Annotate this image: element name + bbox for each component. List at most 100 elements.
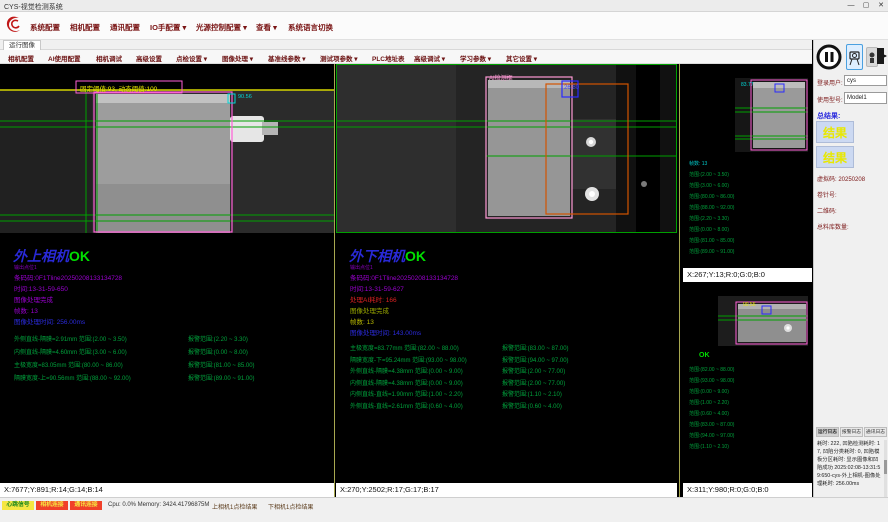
scrollbar-thumb[interactable] xyxy=(884,460,887,474)
tool-spotcheck-set[interactable]: 点检设置 ▾ xyxy=(176,53,207,63)
menu-camera-config[interactable]: 相机配置 xyxy=(70,22,100,33)
result-box-1: 结果 xyxy=(816,121,854,143)
thumb-line: 范围:(1.00 ~ 2.20) xyxy=(689,399,729,406)
thumb-line: 范围:(80.00 ~ 86.00) xyxy=(689,193,734,200)
thumb-line: 范围:(2.00 ~ 3.50) xyxy=(689,171,729,178)
left-camera-image[interactable] xyxy=(0,64,334,233)
tool-other-settings[interactable]: 其它设置 ▾ xyxy=(506,53,537,63)
result-box-2: 结果 xyxy=(816,146,854,168)
tool-baseline-params[interactable]: 基准线参数 ▾ xyxy=(268,53,306,63)
tool-test-params[interactable]: 测试项参数 ▾ xyxy=(320,53,358,63)
thumb-line: 范围:(0.60 ~ 4.00) xyxy=(689,410,729,417)
left-camera-title: 外上相机OK xyxy=(13,246,90,266)
panel-separator xyxy=(679,64,680,497)
log-scrollbar[interactable] xyxy=(884,440,887,498)
left-threshold-overlay: 固定阈值:93, 动态阈值:100 xyxy=(80,83,157,93)
thumb-line: 范围:(89.00 ~ 91.00) xyxy=(689,248,734,255)
thumb-line: 范围:(1.10 ~ 2.10) xyxy=(689,443,729,450)
toolbar: 相机配置 AI使用配置 相机调试 高级设置 点检设置 ▾ 图像处理 ▾ 基准线参… xyxy=(0,50,812,64)
model-field[interactable]: Model1 xyxy=(844,92,887,104)
camera-check-button[interactable] xyxy=(846,44,863,70)
measurement-alarm: 报警范围:(2.00 ~ 77.00) xyxy=(502,378,565,387)
left-proc-time: 图像处理时间: 256.00ms xyxy=(14,316,85,326)
tab-run-image[interactable]: 运行图像 xyxy=(3,40,41,50)
menu-system-config[interactable]: 系统配置 xyxy=(30,22,60,33)
tool-camera-config[interactable]: 相机配置 xyxy=(8,53,34,63)
log-tab-comm[interactable]: 通讯日志 xyxy=(864,427,887,437)
tab-strip: 运行图像 xyxy=(0,40,812,50)
menu-language-switch[interactable]: 系统语言切换 xyxy=(288,22,333,33)
thumb-top-image xyxy=(735,78,808,152)
virtual-code-label: 虚拟码: 20250208 xyxy=(817,174,865,183)
measurement-alarm: 报警范围:(0.60 ~ 4.00) xyxy=(502,401,562,410)
tool-advanced-debug[interactable]: 高级调试 ▾ xyxy=(414,53,445,63)
tool-image-process[interactable]: 图像处理 ▾ xyxy=(222,53,253,63)
minimize-button[interactable]: — xyxy=(844,1,858,11)
tool-plc-table[interactable]: PLC地址表 xyxy=(372,53,405,63)
measurement-name: 内侧直线-直线=1.90mm 范围:(1.00 ~ 2.20) xyxy=(350,389,463,398)
exit-button[interactable] xyxy=(876,44,888,70)
menu-bar: 系统配置 相机配置 通讯配置 IO手配置 ▾ 光源控制配置 ▾ 查看 ▾ 系统语… xyxy=(0,12,888,40)
window-title: CYS-视觉检测系统 xyxy=(4,2,63,12)
measurement-alarm: 报警范围:(83.00 ~ 87.00) xyxy=(502,343,569,352)
thumb-line: 范围:(82.00 ~ 88.00) xyxy=(689,366,734,373)
measurement-name: 外侧直线-直线=2.61mm 范围:(0.60 ~ 4.00) xyxy=(350,401,463,410)
tool-learn-params[interactable]: 学习参数 ▾ xyxy=(460,53,491,63)
measurement-alarm: 报警范围:(94.00 ~ 97.00) xyxy=(502,355,569,364)
thumb-bottom-value: 90.56 xyxy=(743,302,756,308)
qrcode-label: 二维码: xyxy=(817,206,837,215)
camera-link-badge: 相机连接 xyxy=(36,501,68,510)
thumb-line: 范围:(93.00 ~ 98.00) xyxy=(689,377,734,384)
thumb-line: 范围:(3.00 ~ 6.00) xyxy=(689,182,729,189)
tool-ai-config[interactable]: AI使用配置 xyxy=(48,53,81,63)
middle-status: 图像处理完成 xyxy=(350,305,389,315)
middle-camera-image[interactable] xyxy=(336,64,677,233)
cpu-memory-status: Cpu: 0.0% Memory: 3424.41796875M xyxy=(108,502,209,508)
heartbeat-badge: 心跳信号 xyxy=(2,501,34,510)
log-tab-alarm[interactable]: 报警日志 xyxy=(840,427,863,437)
comm-link-badge: 通讯连接 xyxy=(70,501,102,510)
upper-camera-check-link[interactable]: 上相机1点检结果 xyxy=(212,502,257,511)
thumb-line: 范围:(88.00 ~ 92.00) xyxy=(689,204,734,211)
menu-view[interactable]: 查看 ▾ xyxy=(256,22,277,33)
left-time: 时间:13-31-59-650 xyxy=(14,283,68,293)
camera-icon xyxy=(847,45,862,69)
log-tab-run[interactable]: 运行日志 xyxy=(816,427,839,437)
thumb-bottom-coords: X:311;Y:980;R:0;G:0;B:0 xyxy=(683,483,812,497)
left-pixel-coords: X:7677;Y:891;R:14;G:14;B:14 xyxy=(0,483,334,497)
status-bar: 心跳信号 相机连接 通讯连接 Cpu: 0.0% Memory: 3424.41… xyxy=(0,497,888,522)
measurement-name: 主极宽度=83.77mm 范围:(82.00 ~ 88.00) xyxy=(350,343,459,352)
title-bar: CYS-视觉检测系统 — ▢ ✕ xyxy=(0,0,888,12)
main-window: CYS-视觉检测系统 — ▢ ✕ 系统配置 相机配置 通讯配置 IO手配置 ▾ … xyxy=(0,0,888,522)
measurement-alarm: 报警范围:(1.10 ~ 2.10) xyxy=(502,389,562,398)
measurement-alarm: 报警范围:(81.00 ~ 85.00) xyxy=(188,360,255,369)
log-text: 耗时: 222, 凹陷检测耗时: 17, 凹陷分类耗时: 0, 凹陷模板分区耗时… xyxy=(817,440,882,498)
login-user-field[interactable]: cys xyxy=(844,75,887,86)
thumb-line: 帧数: 13 xyxy=(689,160,707,167)
tool-camera-debug[interactable]: 相机调试 xyxy=(96,53,122,63)
close-button[interactable]: ✕ xyxy=(874,1,888,11)
measurement-alarm: 报警范围:(2.20 ~ 3.30) xyxy=(188,334,248,343)
measurement-name: 隔膜宽度-上=90.56mm 范围:(88.00 ~ 92.00) xyxy=(14,373,131,382)
tool-advanced-set[interactable]: 高级设置 xyxy=(136,53,162,63)
middle-barcode: 条码码:0F1Tline20250208133134728 xyxy=(350,272,458,282)
lower-camera-check-link[interactable]: 下相机1点检结果 xyxy=(268,502,313,511)
main-content: 固定阈值:93, 动态阈值:100 90.56 外上相机OK 输出点位1 条码码… xyxy=(0,64,812,497)
exit-door-icon xyxy=(876,44,888,70)
menu-io-config[interactable]: IO手配置 ▾ xyxy=(150,22,186,33)
measurement-alarm: 报警范围:(89.00 ~ 91.00) xyxy=(188,373,255,382)
thumb-top-value: 83.77 xyxy=(741,82,754,88)
menu-comm-config[interactable]: 通讯配置 xyxy=(110,22,140,33)
measurement-name: 内侧直线-隔膜=4.38mm 范围:(0.00 ~ 9.00) xyxy=(350,378,463,387)
thumb-top-panel[interactable]: 83.77 帧数: 13 范围:(2.00 ~ 3.50) 范围:(3.00 ~… xyxy=(683,64,812,268)
menu-light-config[interactable]: 光源控制配置 ▾ xyxy=(196,22,247,33)
maximize-button[interactable]: ▢ xyxy=(859,1,873,11)
pause-icon xyxy=(816,44,842,70)
middle-pixel-coords: X:270;Y:2502;R:17;G:17;B:17 xyxy=(336,483,677,497)
left-width-overlay: 90.56 xyxy=(238,94,252,100)
total-result-label: 总结果: xyxy=(817,111,840,121)
left-output-point: 输出点位1 xyxy=(14,264,37,271)
ai-box-label: AI检测框 xyxy=(489,73,513,82)
pause-button[interactable] xyxy=(816,44,842,70)
thumb-bottom-panel[interactable]: 90.56 OK 范围:(82.00 ~ 88.00) 范围:(93.00 ~ … xyxy=(683,282,812,483)
